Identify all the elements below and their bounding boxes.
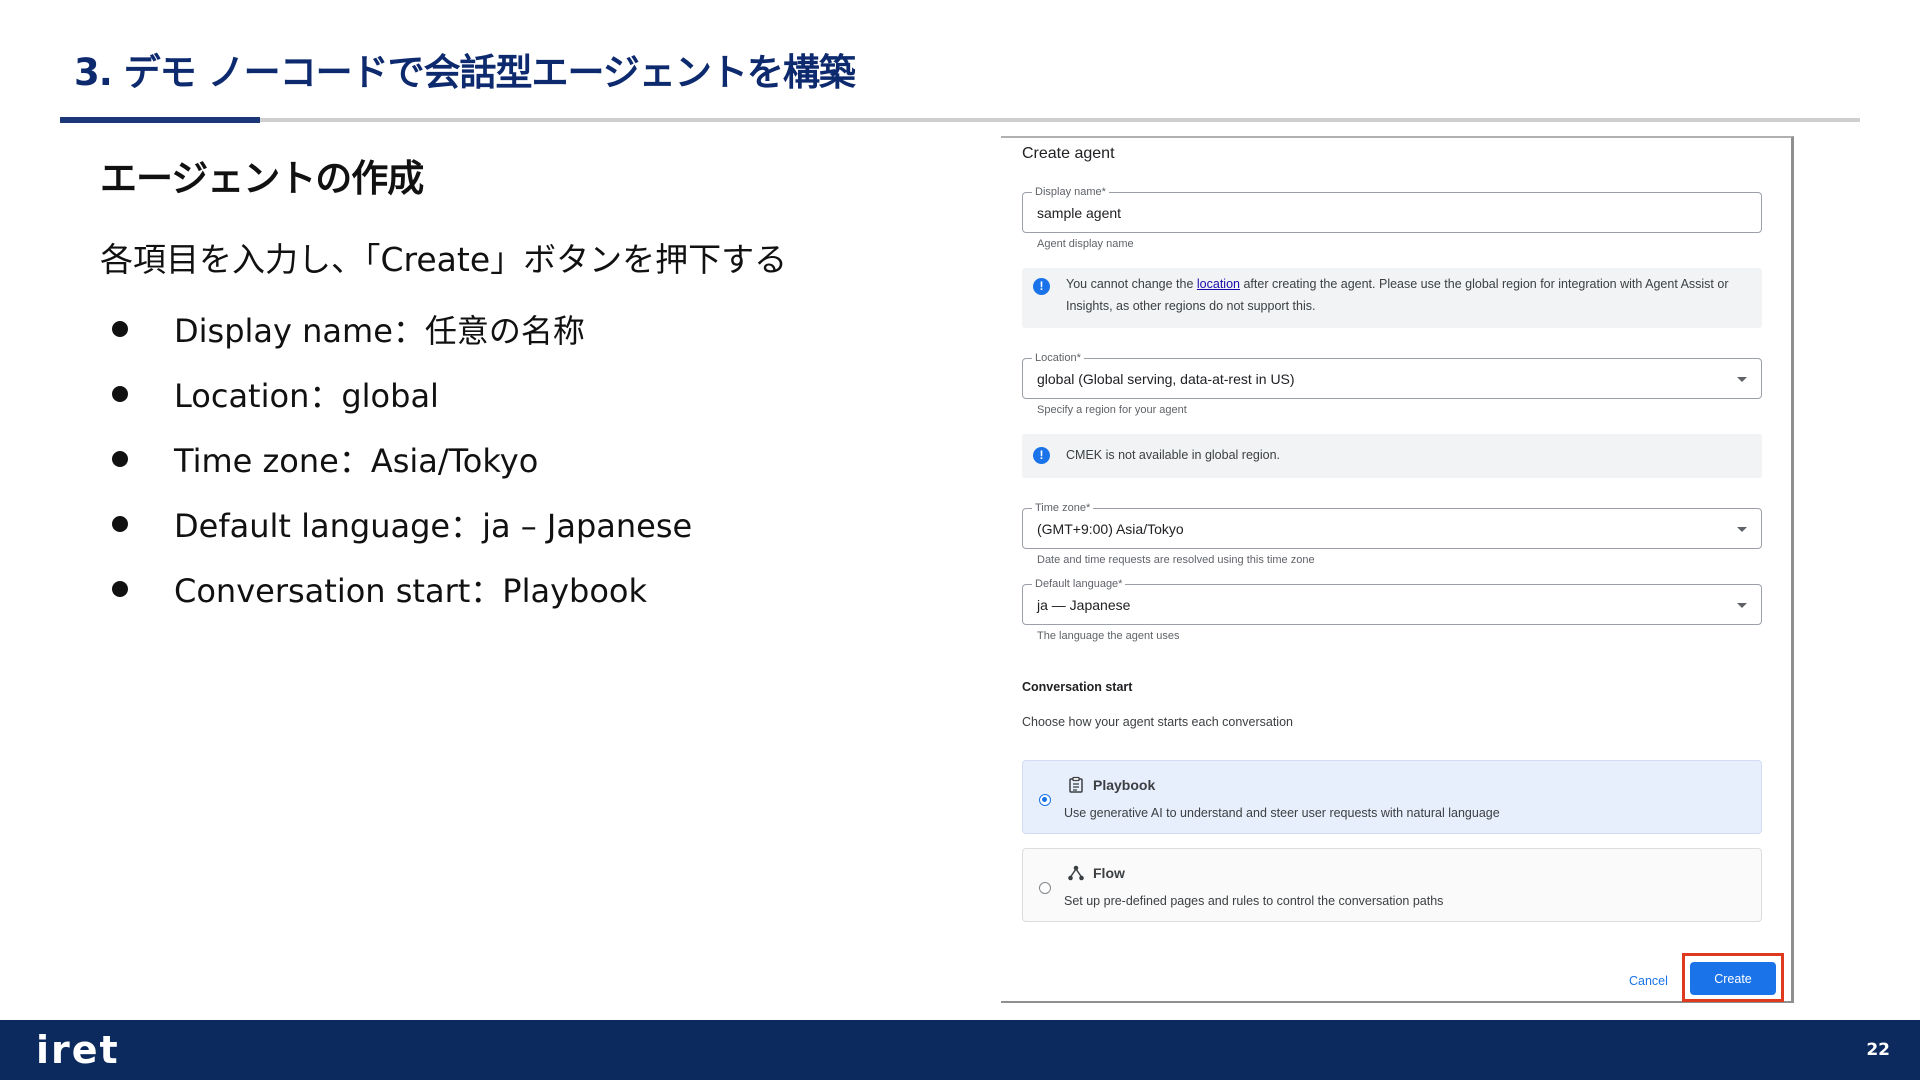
chevron-down-icon: [1737, 527, 1747, 532]
slide-title: 3. デモ ノーコードで会話型エージェントを構築: [74, 51, 856, 94]
title-divider-accent: [60, 117, 260, 123]
location-hint: Specify a region for your agent: [1037, 404, 1187, 416]
playbook-description: Use generative AI to understand and stee…: [1064, 806, 1500, 820]
playbook-option[interactable]: Playbook Use generative AI to understand…: [1022, 760, 1762, 834]
create-button[interactable]: Create: [1690, 962, 1776, 995]
cmek-notice: ! CMEK is not available in global region…: [1022, 434, 1762, 478]
display-name-hint: Agent display name: [1037, 238, 1134, 250]
location-select[interactable]: Location* global (Global serving, data-a…: [1022, 351, 1762, 399]
info-icon: !: [1033, 278, 1050, 295]
instruction-text: 各項目を入力し、「Create」ボタンを押下する: [100, 240, 788, 279]
location-label: Location*: [1032, 351, 1084, 365]
flow-icon: [1068, 865, 1084, 881]
footer-bar: iret 22: [0, 1020, 1920, 1080]
section-heading: エージェントの作成: [100, 157, 424, 200]
bullet-item: Location：global: [112, 361, 692, 426]
playbook-radio[interactable]: [1039, 794, 1051, 806]
bullet-dot-icon: [112, 580, 128, 597]
bullet-item: Default language：ja – Japanese: [112, 491, 692, 556]
location-notice: ! You cannot change the location after c…: [1022, 268, 1762, 328]
info-icon: !: [1033, 447, 1050, 464]
time-zone-select[interactable]: Time zone* (GMT+9:00) Asia/Tokyo: [1022, 501, 1762, 549]
flow-description: Set up pre-defined pages and rules to co…: [1064, 894, 1444, 908]
iret-logo: iret: [36, 1028, 120, 1072]
flow-option[interactable]: Flow Set up pre-defined pages and rules …: [1022, 848, 1762, 922]
notice-text-part: You cannot change the: [1066, 277, 1197, 291]
flow-title: Flow: [1093, 865, 1125, 881]
bullet-text: Display name：任意の名称: [174, 311, 585, 350]
conversation-start-heading: Conversation start: [1022, 680, 1133, 694]
location-value: global (Global serving, data-at-rest in …: [1037, 371, 1295, 387]
location-link[interactable]: location: [1197, 277, 1240, 291]
display-name-field[interactable]: Display name* sample agent: [1022, 185, 1762, 233]
dialog-title: Create agent: [1022, 145, 1115, 162]
cancel-button[interactable]: Cancel: [1629, 974, 1668, 988]
display-name-label: Display name*: [1032, 185, 1109, 199]
bullet-item: Time zone：Asia/Tokyo: [112, 426, 692, 491]
bullet-list: Display name：任意の名称 Location：global Time …: [112, 296, 692, 621]
bullet-dot-icon: [112, 385, 128, 402]
default-language-value: ja — Japanese: [1037, 597, 1131, 613]
default-language-select[interactable]: Default language* ja — Japanese: [1022, 577, 1762, 625]
page-number: 22: [1866, 1040, 1890, 1060]
bullet-text: Default language：ja – Japanese: [174, 506, 693, 545]
bullet-text: Location：global: [174, 376, 439, 415]
flow-radio[interactable]: [1039, 882, 1051, 894]
time-zone-label: Time zone*: [1032, 501, 1094, 515]
create-agent-dialog: Create agent Display name* sample agent …: [1001, 136, 1794, 1003]
time-zone-hint: Date and time requests are resolved usin…: [1037, 554, 1315, 566]
default-language-label: Default language*: [1032, 577, 1126, 591]
cmek-notice-text: CMEK is not available in global region.: [1066, 448, 1281, 462]
location-notice-text: You cannot change the location after cre…: [1066, 273, 1742, 317]
bullet-item: Display name：任意の名称: [112, 296, 692, 361]
time-zone-value: (GMT+9:00) Asia/Tokyo: [1037, 521, 1184, 537]
display-name-value: sample agent: [1037, 205, 1122, 221]
bullet-dot-icon: [112, 450, 128, 467]
conversation-start-description: Choose how your agent starts each conver…: [1022, 715, 1293, 729]
clipboard-icon: [1069, 776, 1083, 793]
bullet-text: Time zone：Asia/Tokyo: [174, 441, 539, 480]
bullet-dot-icon: [112, 515, 128, 532]
chevron-down-icon: [1737, 603, 1747, 608]
bullet-dot-icon: [112, 320, 128, 337]
playbook-title: Playbook: [1093, 777, 1156, 793]
bullet-item: Conversation start：Playbook: [112, 556, 692, 621]
bullet-text: Conversation start：Playbook: [174, 571, 648, 610]
chevron-down-icon: [1737, 377, 1747, 382]
title-divider: [60, 118, 1860, 122]
default-language-hint: The language the agent uses: [1037, 630, 1180, 642]
